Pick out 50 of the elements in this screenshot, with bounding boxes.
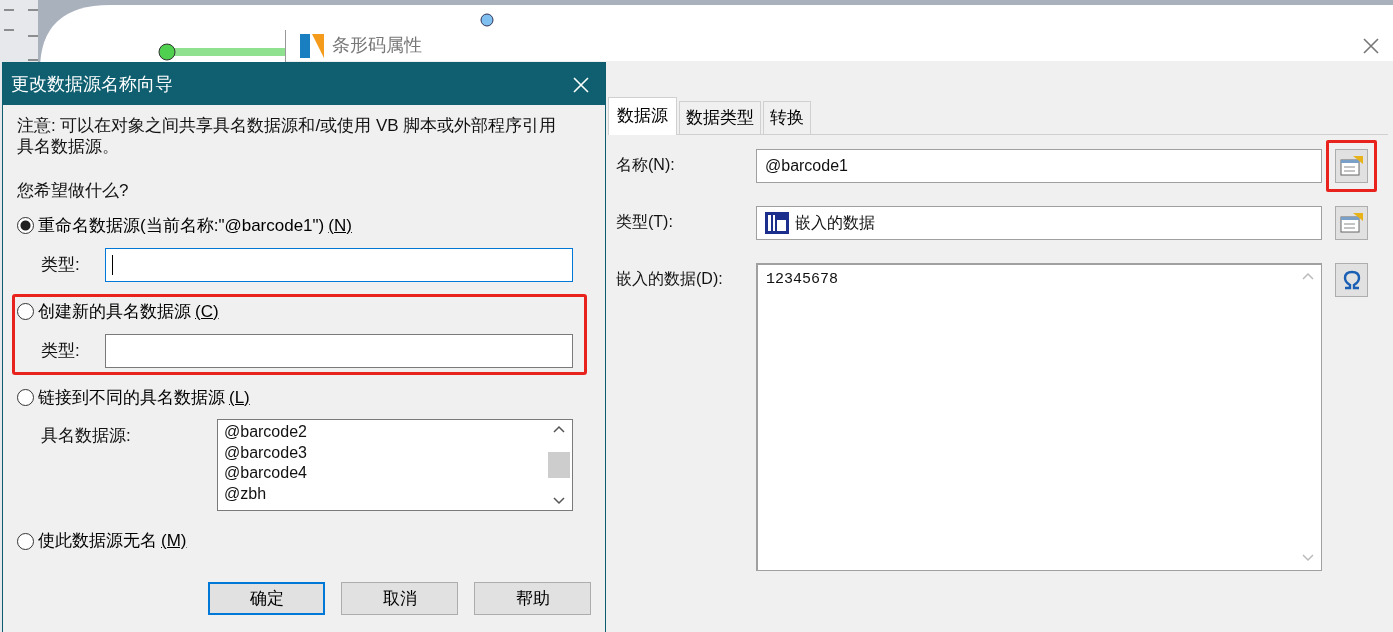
tab[interactable]: 数据类型: [679, 101, 761, 134]
form-icon: [1339, 211, 1364, 234]
type-input[interactable]: [105, 333, 573, 368]
radio-indicator[interactable]: [17, 388, 34, 406]
note-text: 注意: 可以在对象之间共享具名数据源和/或使用 VB 脚本或外部程序引用具名数据源。: [17, 115, 558, 158]
scroll-thumb[interactable]: [548, 452, 570, 479]
list-item[interactable]: @zbh: [224, 483, 540, 505]
browse-button[interactable]: [1335, 148, 1368, 183]
rotation-handle[interactable]: [480, 13, 494, 27]
type-field[interactable]: 嵌入的数据: [756, 205, 1322, 240]
dialog-title: 更改数据源名称向导: [11, 72, 173, 96]
list-item[interactable]: @barcode2: [224, 422, 540, 443]
field-label: 类型:: [40, 339, 81, 362]
radio-indicator[interactable]: [17, 303, 34, 320]
chevron-down-icon: [552, 496, 566, 507]
type-input[interactable]: [105, 247, 573, 282]
data-type-icon: [765, 211, 789, 234]
list-item[interactable]: @barcode3: [224, 442, 540, 464]
tab[interactable]: 数据源: [608, 97, 677, 135]
radio-indicator[interactable]: [17, 217, 34, 235]
chevron-up-icon: [552, 424, 566, 435]
dialog-button[interactable]: 帮助: [474, 582, 591, 615]
radio-option[interactable]: 重命名数据源(当前名称:"@barcode1") (N): [17, 213, 352, 239]
dialog-button[interactable]: 取消: [341, 582, 458, 615]
close-icon: [571, 74, 591, 95]
form-icon: [1339, 154, 1364, 177]
tab[interactable]: 转换: [763, 101, 811, 134]
ruler-ticks: [3, 9, 39, 61]
data-textarea[interactable]: 12345678: [756, 262, 1322, 571]
field-value: @barcode1: [765, 155, 848, 176]
symbol-button[interactable]: [1335, 262, 1368, 297]
field-label: 名称(N):: [615, 154, 676, 175]
field-label: 类型(T):: [615, 211, 674, 232]
selection-handle[interactable]: [158, 43, 176, 61]
field-label: 类型:: [40, 254, 81, 276]
text-cursor: [112, 254, 113, 275]
field-value: 嵌入的数据: [795, 212, 875, 233]
radio-option[interactable]: 使此数据源无名 (M): [17, 528, 187, 554]
radio-indicator[interactable]: [17, 532, 34, 550]
field-label: 嵌入的数据(D):: [615, 268, 724, 289]
app-logo-icon: [300, 33, 324, 58]
field-label: 具名数据源:: [40, 425, 132, 448]
list-item[interactable]: @barcode4: [224, 463, 540, 484]
name-field[interactable]: @barcode1: [756, 148, 1322, 183]
window-title: 条形码属性: [332, 34, 422, 57]
radio-option[interactable]: 链接到不同的具名数据源 (L): [17, 384, 250, 410]
question-text: 您希望做什么?: [17, 179, 130, 202]
browse-button[interactable]: [1335, 205, 1368, 240]
dialog-button[interactable]: 确定: [208, 582, 325, 615]
radio-option[interactable]: 创建新的具名数据源 (C): [17, 298, 219, 325]
